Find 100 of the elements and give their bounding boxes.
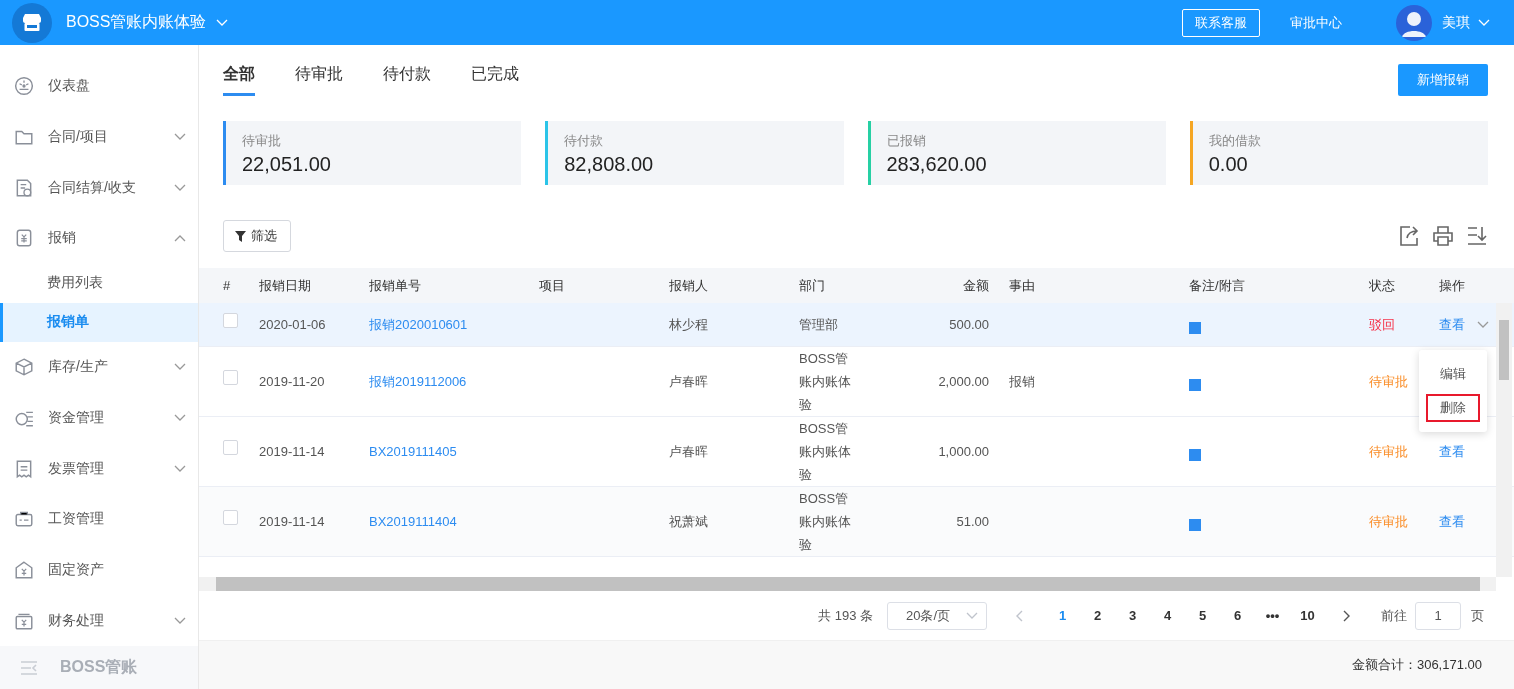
print-icon[interactable] bbox=[1432, 225, 1454, 247]
chevron-down-icon bbox=[174, 183, 186, 192]
menu-item-icon bbox=[14, 357, 34, 378]
column-header: 项目 bbox=[539, 277, 565, 293]
table-cell-text: BOSS管账内账体验 bbox=[799, 420, 852, 484]
column-header: 报销人 bbox=[669, 277, 708, 293]
goto-label: 前往 bbox=[1381, 606, 1407, 625]
tab[interactable]: 待付款 bbox=[383, 63, 431, 96]
attachment-icon[interactable] bbox=[1189, 378, 1201, 391]
filter-icon bbox=[235, 230, 246, 242]
sidebar-item[interactable]: 工资管理 bbox=[0, 493, 198, 545]
table-row[interactable]: 2019-11-14 BX2019111404 祝萧斌 BOSS管账内账体验 51.00 待审批 查看 bbox=[199, 487, 1514, 557]
column-header: 部门 bbox=[799, 277, 825, 293]
row-checkbox[interactable] bbox=[223, 313, 238, 328]
column-header: 报销单号 bbox=[369, 277, 421, 293]
page-button[interactable]: 1 bbox=[1045, 607, 1080, 625]
page-button[interactable]: 5 bbox=[1185, 607, 1220, 625]
column-header: 报销日期 bbox=[259, 277, 311, 293]
table-cell-text: BOSS管账内账体验 bbox=[799, 350, 852, 414]
table-cell: 2019-11-20 bbox=[259, 374, 325, 389]
page-button[interactable]: 3 bbox=[1115, 607, 1150, 625]
sidebar-item[interactable]: 发票管理 bbox=[0, 443, 198, 494]
table-row[interactable]: 2020-01-06 报销2020010601 林少程 管理部 500.00 驳回 查看 bbox=[199, 303, 1514, 347]
table-cell: 报销 bbox=[1009, 373, 1035, 389]
stat-value: 22,051.00 bbox=[242, 153, 332, 176]
attachment-icon[interactable] bbox=[1189, 518, 1201, 531]
table-cell-text: BOSS管账内账体验 bbox=[799, 490, 852, 554]
table-cell: 2019-11-14 bbox=[259, 514, 325, 529]
sidebar-item[interactable]: 固定资产 bbox=[0, 544, 198, 596]
chevron-down-icon bbox=[174, 616, 186, 625]
sidebar-item[interactable]: 库存/生产 bbox=[0, 341, 198, 393]
row-checkbox[interactable] bbox=[223, 370, 238, 385]
menu-item[interactable]: 删除 bbox=[1426, 394, 1480, 422]
chevron-down-icon bbox=[966, 611, 978, 620]
stat-value: 82,808.00 bbox=[564, 153, 655, 176]
tab[interactable]: 全部 bbox=[223, 63, 255, 96]
status-label: 待审批 bbox=[1369, 443, 1408, 459]
expense-number-link[interactable]: 报销2019112006 bbox=[369, 373, 467, 389]
stat-label: 待付款 bbox=[564, 132, 605, 150]
table-cell: 祝萧斌 bbox=[669, 513, 708, 529]
download-sort-icon[interactable] bbox=[1466, 225, 1488, 247]
expense-number-link[interactable]: BX2019111405 bbox=[369, 444, 457, 459]
view-link[interactable]: 查看 bbox=[1439, 442, 1465, 461]
sidebar-item[interactable]: 资金管理 bbox=[0, 392, 198, 444]
menu-item-icon bbox=[14, 177, 34, 198]
menu-item[interactable]: 编辑 bbox=[1426, 360, 1480, 388]
table-cell: 2019-11-14 bbox=[259, 444, 325, 459]
sidebar-item[interactable]: 报销 bbox=[0, 213, 198, 264]
page-button[interactable]: 6 bbox=[1220, 607, 1255, 625]
attachment-icon[interactable] bbox=[1189, 448, 1201, 461]
menu-item-icon bbox=[14, 228, 34, 249]
sidebar-item[interactable]: 合同/项目 bbox=[0, 111, 198, 163]
store-logo-icon[interactable] bbox=[12, 2, 52, 43]
footer-brand: BOSS管账 bbox=[60, 657, 138, 678]
next-page-icon[interactable] bbox=[1343, 609, 1351, 622]
view-link[interactable]: 查看 bbox=[1439, 512, 1465, 531]
table-cell: 卢春晖 bbox=[669, 443, 708, 459]
sidebar-item[interactable]: 合同结算/收支 bbox=[0, 162, 198, 214]
tab[interactable]: 待审批 bbox=[295, 63, 343, 96]
vertical-scrollbar[interactable] bbox=[1496, 303, 1512, 577]
sidebar-subitem[interactable]: 费用列表 bbox=[0, 263, 198, 303]
menu-item-icon bbox=[14, 458, 34, 479]
stat-value: 283,620.00 bbox=[886, 153, 988, 176]
page-suffix: 页 bbox=[1471, 606, 1484, 625]
horizontal-scrollbar[interactable] bbox=[199, 577, 1496, 591]
export-icon[interactable] bbox=[1398, 225, 1420, 247]
previous-page-icon[interactable] bbox=[1015, 609, 1023, 622]
page-button[interactable]: 10 bbox=[1290, 607, 1325, 625]
chevron-down-icon bbox=[1478, 18, 1490, 27]
sidebar-item[interactable]: 仪表盘 bbox=[0, 61, 198, 112]
status-label: 驳回 bbox=[1369, 316, 1395, 332]
row-checkbox[interactable] bbox=[223, 440, 238, 455]
tab[interactable]: 已完成 bbox=[471, 63, 519, 96]
chevron-down-icon bbox=[174, 464, 186, 473]
status-label: 待审批 bbox=[1369, 373, 1408, 389]
chevron-down-icon bbox=[174, 413, 186, 422]
table-cell: 2020-01-06 bbox=[259, 317, 326, 332]
table-cell: 2,000.00 bbox=[938, 374, 989, 389]
attachment-icon[interactable] bbox=[1189, 321, 1201, 334]
chevron-down-icon bbox=[1477, 320, 1489, 329]
chevron-down-icon bbox=[174, 363, 186, 372]
page-button[interactable]: 2 bbox=[1080, 607, 1115, 625]
filter-button[interactable]: 筛选 bbox=[223, 220, 291, 252]
column-header: 备注/附言 bbox=[1189, 277, 1245, 293]
chevron-down-icon bbox=[216, 18, 229, 27]
table-cell-text: 管理部 bbox=[799, 316, 839, 334]
sidebar-item[interactable]: 财务处理 bbox=[0, 595, 198, 647]
table-cell: 林少程 bbox=[669, 316, 708, 332]
table-cell: 1,000.00 bbox=[938, 444, 989, 459]
goto-page-field[interactable]: 1 bbox=[1415, 601, 1461, 630]
page-size-select[interactable]: 20条/页 bbox=[887, 601, 987, 630]
column-header: 状态 bbox=[1369, 277, 1395, 293]
page-button[interactable]: ••• bbox=[1255, 607, 1290, 625]
table-cell: 500.00 bbox=[949, 317, 989, 332]
amount-total: 金额合计：306,171.00 bbox=[1351, 656, 1482, 675]
page-button[interactable]: 4 bbox=[1150, 607, 1185, 625]
status-label: 待审批 bbox=[1369, 513, 1408, 529]
row-checkbox[interactable] bbox=[223, 510, 238, 525]
user-avatar-icon[interactable] bbox=[1396, 4, 1432, 41]
stat-label: 我的借款 bbox=[1208, 132, 1262, 150]
